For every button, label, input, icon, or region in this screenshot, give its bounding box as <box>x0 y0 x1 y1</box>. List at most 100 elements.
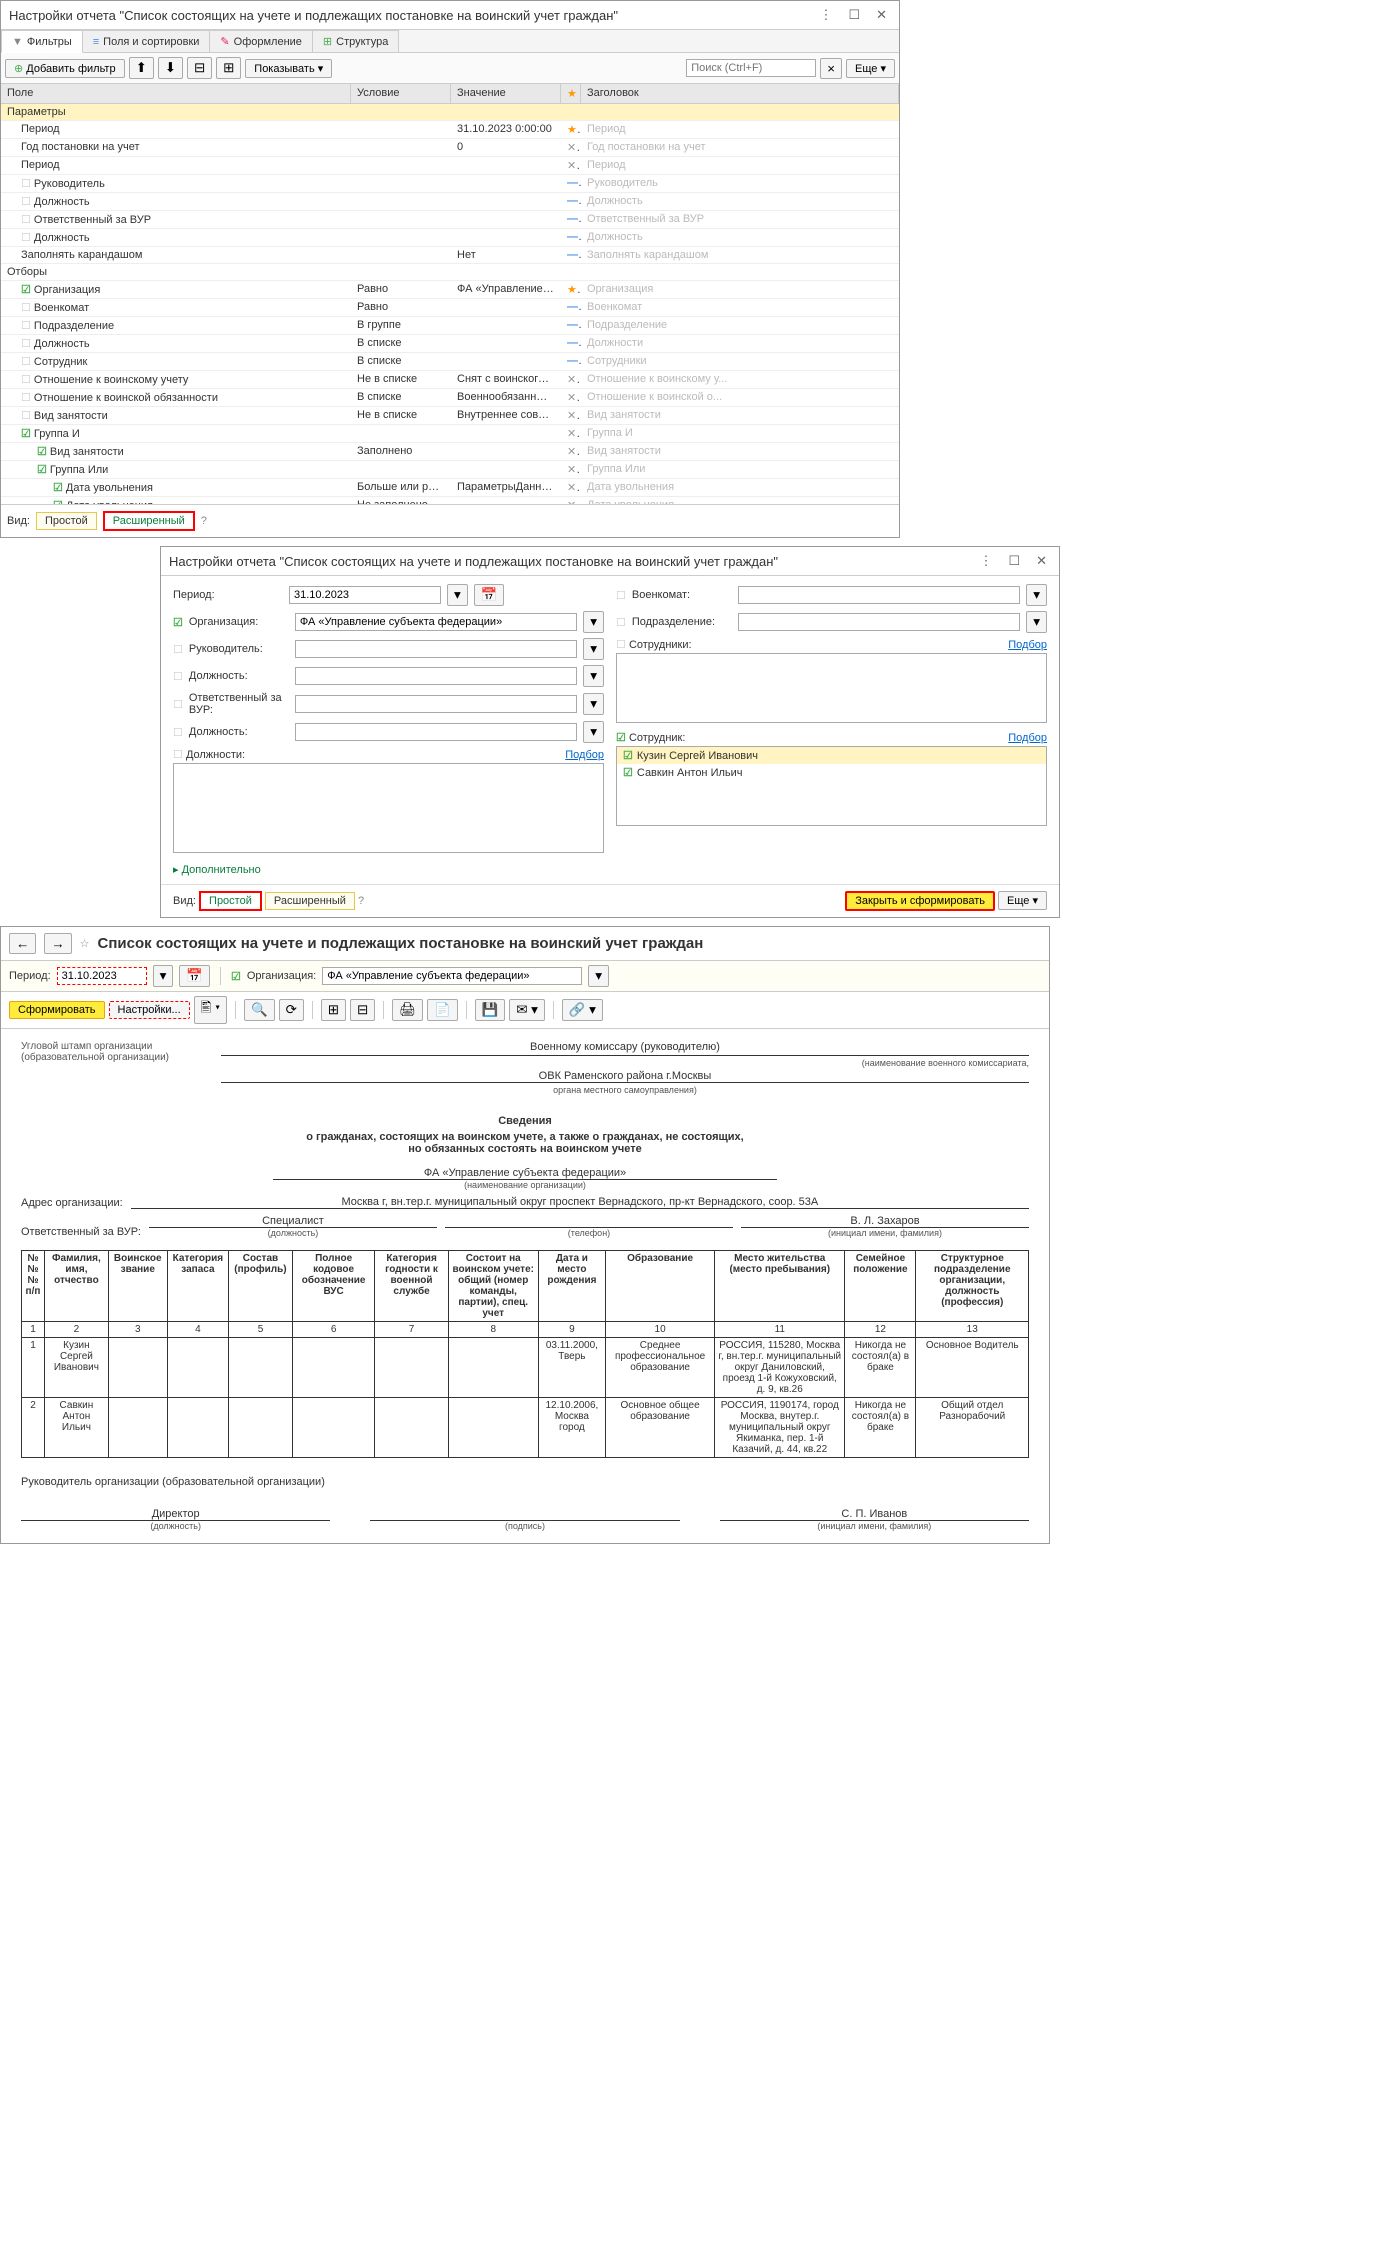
show-button[interactable]: Показывать ▾ <box>245 59 332 78</box>
close-form-button[interactable]: Закрыть и сформировать <box>845 891 995 911</box>
dol-input[interactable] <box>295 667 577 685</box>
dropdown-icon[interactable]: ▾ <box>583 638 604 660</box>
filter-row[interactable]: ☑ Группа Или✕Группа Или <box>1 461 899 479</box>
employee-list[interactable]: ☑ Кузин Сергей Иванович☑ Савкин Антон Ил… <box>616 746 1047 826</box>
tab-format[interactable]: ✎Оформление <box>209 30 313 52</box>
tab-struct[interactable]: ⊞Структура <box>312 30 399 52</box>
link-icon[interactable]: 🔗 ▾ <box>562 999 603 1021</box>
dropdown-icon[interactable]: ▾ <box>583 611 604 633</box>
collapse-icon[interactable]: ⊟ <box>350 999 375 1021</box>
settings-dropdown-icon[interactable]: 🖺 ▾ <box>194 996 227 1024</box>
addr-text: Военному комиссару (руководителю) <box>221 1041 1029 1053</box>
more-button[interactable]: Еще ▾ <box>998 891 1047 910</box>
voen-label: Военкомат: <box>632 589 732 601</box>
form-button[interactable]: Сформировать <box>9 1001 105 1019</box>
period-input[interactable] <box>289 586 441 604</box>
star-icon[interactable]: ☆ <box>80 937 90 950</box>
help-icon[interactable]: ? <box>201 515 207 527</box>
dropdown-icon[interactable]: ▾ <box>588 965 609 987</box>
dropdown-icon[interactable]: ▾ <box>583 693 604 715</box>
back-icon[interactable]: ← <box>9 933 36 954</box>
voen-input[interactable] <box>738 586 1020 604</box>
help-icon[interactable]: ? <box>358 895 364 907</box>
dolzh-list[interactable] <box>173 763 604 853</box>
tab-fields[interactable]: ≡Поля и сортировки <box>82 30 211 52</box>
dropdown-icon[interactable]: ▾ <box>1026 611 1047 633</box>
max-icon[interactable]: ☐ <box>844 5 864 25</box>
ungroup-icon[interactable]: ⊞ <box>216 57 241 79</box>
stamp-text: Угловой штамп организации (образовательн… <box>21 1041 181 1095</box>
podbor-link[interactable]: Подбор <box>565 749 604 761</box>
filter-row[interactable]: ☑ Дата увольненияБольше или равноПарамет… <box>1 479 899 497</box>
print-icon[interactable]: 🖨 <box>392 999 423 1021</box>
calendar-icon[interactable]: 📅 <box>179 965 210 987</box>
add-filter-button[interactable]: ⊕ Добавить фильтр <box>5 59 125 78</box>
filter-row[interactable]: Год постановки на учет0✕Год постановки н… <box>1 139 899 157</box>
view-simple[interactable]: Простой <box>36 512 97 530</box>
filter-row[interactable]: Заполнять карандашомНет—Заполнять каранд… <box>1 247 899 264</box>
filter-row[interactable]: Период✕Период <box>1 157 899 175</box>
org-input[interactable] <box>295 613 577 631</box>
otv-input[interactable] <box>295 695 577 713</box>
tab-filters[interactable]: ▼Фильтры <box>1 30 83 53</box>
podbor-link[interactable]: Подбор <box>1008 639 1047 651</box>
org-input[interactable] <box>322 967 582 985</box>
expand-icon[interactable]: ⊞ <box>321 999 346 1021</box>
menu-icon[interactable]: ⋮ <box>815 5 836 25</box>
filter-row[interactable]: ☐ ДолжностьВ списке—Должности <box>1 335 899 353</box>
refresh-icon[interactable]: ⟳ <box>279 999 304 1021</box>
period-input[interactable] <box>57 967 147 985</box>
menu-icon[interactable]: ⋮ <box>975 551 996 571</box>
more-button[interactable]: Еще ▾ <box>846 59 895 78</box>
period-dropdown-icon[interactable]: ▾ <box>447 584 468 606</box>
filter-row[interactable]: ☐ ВоенкоматРавно—Военкомат <box>1 299 899 317</box>
calendar-icon[interactable]: 📅 <box>474 584 505 606</box>
ruk-input[interactable] <box>295 640 577 658</box>
find-icon[interactable]: 🔍 <box>244 999 275 1021</box>
dropdown-icon[interactable]: ▾ <box>1026 584 1047 606</box>
sotr-list[interactable] <box>616 653 1047 723</box>
filter-row[interactable]: ☑ Группа И✕Группа И <box>1 425 899 443</box>
max-icon[interactable]: ☐ <box>1004 551 1024 571</box>
group-icon[interactable]: ⊟ <box>187 57 212 79</box>
filter-row[interactable]: ☐ Должность—Должность <box>1 193 899 211</box>
filter-row[interactable]: ☑ ОрганизацияРавноФА «Управление субъект… <box>1 281 899 299</box>
filter-row[interactable]: ☑ Вид занятостиЗаполнено✕Вид занятости <box>1 443 899 461</box>
view-simple[interactable]: Простой <box>199 891 262 911</box>
forward-icon[interactable]: → <box>44 933 71 954</box>
filter-row[interactable]: ☐ Руководитель—Руководитель <box>1 175 899 193</box>
preview-icon[interactable]: 📄 <box>427 999 458 1021</box>
filter-grid[interactable]: Параметры Период31.10.2023 0:00:00★Перио… <box>1 104 899 504</box>
view-extended[interactable]: Расширенный <box>103 511 195 531</box>
more-link[interactable]: ▸ Дополнительно <box>173 864 261 876</box>
list-item[interactable]: ☑ Савкин Антон Ильич <box>617 764 1046 781</box>
down-icon[interactable]: ⬇ <box>158 57 183 79</box>
filter-row[interactable]: ☐ Отношение к воинскому учетуНе в списке… <box>1 371 899 389</box>
clear-search-icon[interactable]: × <box>820 58 842 79</box>
filter-row[interactable]: ☐ СотрудникВ списке—Сотрудники <box>1 353 899 371</box>
dol2-input[interactable] <box>295 723 577 741</box>
filter-row[interactable]: ☐ Ответственный за ВУР—Ответственный за … <box>1 211 899 229</box>
filter-row[interactable]: ☐ Вид занятостиНе в спискеВнутреннее сов… <box>1 407 899 425</box>
filter-row[interactable]: Параметры <box>1 104 899 121</box>
dropdown-icon[interactable]: ▾ <box>153 965 174 987</box>
list-item[interactable]: ☑ Кузин Сергей Иванович <box>617 747 1046 764</box>
view-extended[interactable]: Расширенный <box>265 892 355 910</box>
up-icon[interactable]: ⬆ <box>129 57 154 79</box>
dropdown-icon[interactable]: ▾ <box>583 665 604 687</box>
save-icon[interactable]: 💾 <box>475 999 506 1021</box>
mail-icon[interactable]: ✉ ▾ <box>509 999 545 1021</box>
close-icon[interactable]: ✕ <box>1032 551 1051 571</box>
filter-row[interactable]: Период31.10.2023 0:00:00★Период <box>1 121 899 139</box>
search-input[interactable] <box>686 59 816 77</box>
podr-input[interactable] <box>738 613 1020 631</box>
dropdown-icon[interactable]: ▾ <box>583 721 604 743</box>
filter-row[interactable]: ☐ ПодразделениеВ группе—Подразделение <box>1 317 899 335</box>
close-icon[interactable]: ✕ <box>872 5 891 25</box>
filter-row[interactable]: ☐ Отношение к воинской обязанностиВ спис… <box>1 389 899 407</box>
filter-row[interactable]: Отборы <box>1 264 899 281</box>
filter-row[interactable]: ☐ Должность—Должность <box>1 229 899 247</box>
podbor-link[interactable]: Подбор <box>1008 732 1047 744</box>
settings-button[interactable]: Настройки... <box>109 1001 190 1019</box>
filter-row[interactable]: ☑ Дата увольненияНе заполнено✕Дата уволь… <box>1 497 899 504</box>
